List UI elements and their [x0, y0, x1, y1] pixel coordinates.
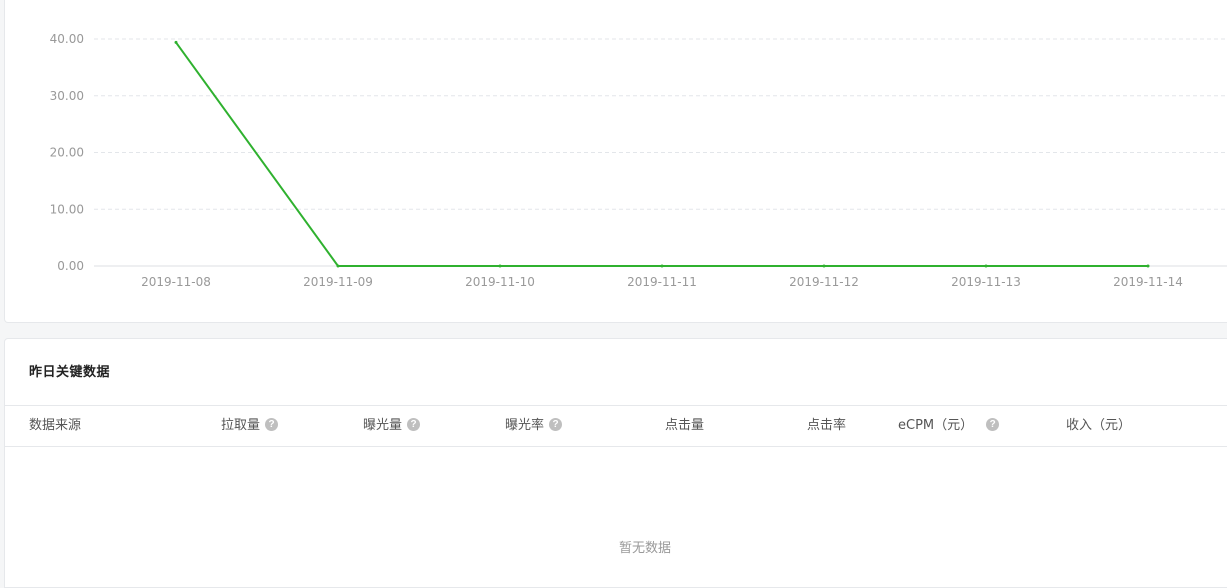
data-point[interactable]: [498, 264, 502, 268]
trend-line-chart: 0.00 10.00 20.00 30.00 40.00 2019-11-08 2019-…: [50, 32, 1227, 289]
col-header-label: 数据来源: [29, 418, 82, 433]
help-icon[interactable]: ?: [265, 418, 279, 431]
col-header-revenue: 收入（元）: [1066, 406, 1131, 445]
empty-state-text: 暂无数据: [618, 541, 671, 556]
data-point[interactable]: [660, 264, 664, 268]
data-point[interactable]: [174, 40, 178, 44]
x-tick-label: 2019-11-08: [141, 275, 211, 289]
data-point[interactable]: [984, 264, 988, 268]
x-tick-label: 2019-11-13: [951, 275, 1021, 289]
help-icon[interactable]: ?: [407, 418, 421, 431]
col-header-label: 拉取量: [221, 418, 261, 433]
col-header-ecpm: eCPM（元）?: [898, 406, 1000, 445]
card-title: 昨日关键数据: [29, 365, 111, 380]
y-tick-label: 40.00: [50, 32, 84, 46]
col-header-label: 点击率: [807, 418, 847, 433]
y-tick-label: 0.00: [57, 259, 84, 273]
trend-chart-card: 0.00 10.00 20.00 30.00 40.00 2019-11-08 2019-…: [4, 0, 1227, 323]
key-data-card: 昨日关键数据 数据来源 拉取量? 曝光量? 曝光率? 点击量 点击率 eCPM（…: [4, 338, 1227, 588]
table-header: 数据来源 拉取量? 曝光量? 曝光率? 点击量 点击率 eCPM（元）? 收入（…: [5, 405, 1227, 447]
data-point[interactable]: [822, 264, 826, 268]
help-icon[interactable]: ?: [986, 418, 1000, 431]
series-line: [175, 41, 1148, 267]
col-header-requests: 拉取量?: [221, 406, 279, 445]
col-header-impression-rate: 曝光率?: [505, 406, 563, 445]
col-header-ctr: 点击率: [807, 406, 846, 445]
x-tick-label: 2019-11-10: [465, 275, 535, 289]
x-tick-label: 2019-11-09: [303, 275, 373, 289]
x-tick-label: 2019-11-14: [1113, 275, 1183, 289]
data-point[interactable]: [336, 264, 340, 268]
data-point[interactable]: [1146, 264, 1150, 268]
col-header-label: 曝光率: [505, 418, 545, 433]
help-icon[interactable]: ?: [549, 418, 563, 431]
col-header-label: 曝光量: [363, 418, 403, 433]
col-header-impressions: 曝光量?: [363, 406, 421, 445]
x-tick-label: 2019-11-12: [789, 275, 859, 289]
y-tick-label: 20.00: [50, 146, 84, 160]
col-header-label: eCPM（元）: [898, 418, 974, 433]
col-header-source: 数据来源: [29, 406, 81, 445]
y-tick-label: 10.00: [50, 202, 84, 216]
col-header-clicks: 点击量: [665, 406, 704, 445]
y-tick-label: 30.00: [50, 89, 84, 103]
col-header-label: 收入（元）: [1066, 418, 1132, 433]
x-tick-label: 2019-11-11: [627, 275, 697, 289]
col-header-label: 点击量: [665, 418, 705, 433]
